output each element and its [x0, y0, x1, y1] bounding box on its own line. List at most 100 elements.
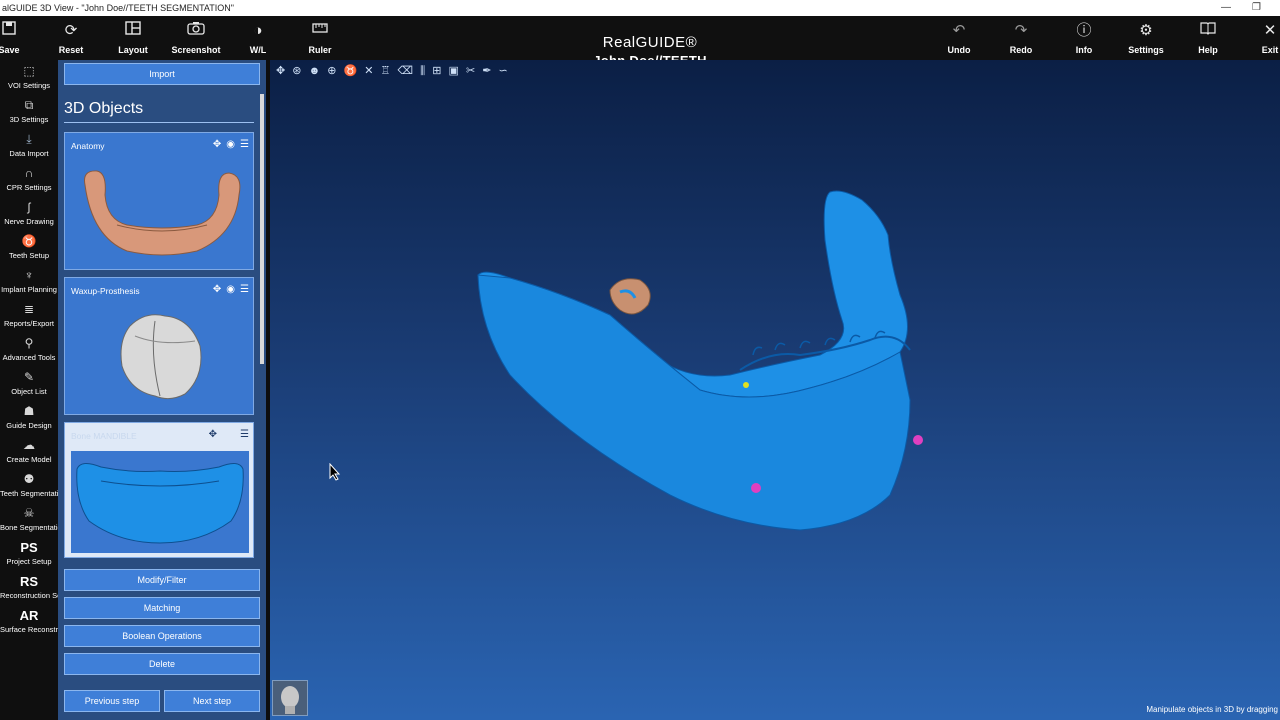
minimize-button[interactable]: —: [1221, 0, 1231, 16]
object-name: Bone MANDIBLE: [71, 431, 137, 441]
object-name: Anatomy: [71, 141, 105, 151]
cut-tool-icon[interactable]: ✂: [466, 65, 475, 77]
move-icon[interactable]: ✥: [213, 139, 221, 150]
objects-panel: Import 3D Objects Anatomy ✥ ◉ ☰ Waxup-Pros…: [58, 60, 266, 720]
eraser-tool-icon[interactable]: ⌫: [397, 65, 413, 77]
sidebar-item-cpr-settings[interactable]: ∩ CPR Settings: [0, 164, 58, 198]
arch-icon: ∩: [24, 166, 34, 180]
status-message: Manipulate objects in 3D by dragging: [1146, 705, 1278, 714]
sidebar-item-object-list[interactable]: ✎ Object List: [0, 368, 58, 402]
sidebar-item-teeth-setup[interactable]: ♉ Teeth Setup: [0, 232, 58, 266]
sidebar-item-advanced-tools[interactable]: ⚲ Advanced Tools: [0, 334, 58, 368]
sidebar-item-3d-settings[interactable]: ⧉ 3D Settings: [0, 96, 58, 130]
sidebar-item-voi-settings[interactable]: ⬚ VOI Settings: [0, 62, 58, 96]
boolean-operations-button[interactable]: Boolean Operations: [64, 625, 260, 647]
reset-icon: ⟳: [64, 22, 78, 39]
viewport-toolbar: ✥ ⊛ ☻ ⊕ ♉ ✕ ♖ ⌫ ⫼ ⊞ ▣ ✂ ✒ ∽: [276, 64, 512, 78]
menu-icon[interactable]: ☰: [240, 429, 249, 440]
close-icon: ✕: [1263, 22, 1277, 39]
menu-icon[interactable]: ☰: [240, 284, 249, 295]
pen-tool-icon[interactable]: ✒: [482, 65, 491, 77]
cross-tool-icon[interactable]: ✕: [364, 65, 373, 77]
workflow-sidebar: ⬚ VOI Settings ⧉ 3D Settings ⤓ Data Import …: [0, 60, 58, 720]
restore-button[interactable]: ❐: [1252, 0, 1261, 16]
move-icon[interactable]: ✥: [209, 429, 217, 440]
save-button[interactable]: Save: [0, 20, 37, 60]
tooth-icon: ♉: [21, 234, 37, 248]
brush-tool-icon[interactable]: ♖: [381, 65, 391, 77]
sidebar-item-reports-export[interactable]: ≣ Reports/Export: [0, 300, 58, 334]
ruler-button[interactable]: Ruler: [292, 20, 348, 60]
redo-button[interactable]: ↷ Redo: [993, 20, 1049, 60]
undo-button[interactable]: ↶ Undo: [931, 20, 987, 60]
sidebar-item-guide-design[interactable]: ☗ Guide Design: [0, 402, 58, 436]
pan-tool-icon[interactable]: ✥: [276, 65, 285, 77]
info-button[interactable]: ⓘ Info: [1056, 20, 1112, 60]
sidebar-item-project-setup[interactable]: PS Project Setup: [0, 538, 58, 572]
sidebar-item-data-import[interactable]: ⤓ Data Import: [0, 130, 58, 164]
sidebar-item-reconstruction-setup[interactable]: RSReconstruction Setup: [0, 572, 58, 606]
move-icon[interactable]: ✥: [213, 284, 221, 295]
panel-title: 3D Objects: [64, 100, 254, 123]
redo-icon: ↷: [1014, 22, 1028, 39]
window-titlebar: alGUIDE 3D View - "John Doe//TEETH SEGME…: [0, 0, 1280, 16]
object-card-controls: ✥ ◉ ☰: [208, 284, 249, 295]
contrast-icon: ◑: [253, 22, 263, 39]
sidebar-item-create-model[interactable]: ☁ Create Model: [0, 436, 58, 470]
ps-icon: PS: [20, 540, 38, 555]
eye-icon[interactable]: ◉: [226, 284, 235, 295]
exit-button[interactable]: ✕ Exit: [1242, 20, 1280, 60]
model-icon: ☁: [23, 438, 35, 452]
tooth-view-icon[interactable]: ♉: [343, 65, 357, 77]
nerve-icon: ʃ: [27, 200, 31, 214]
curve-tool-icon[interactable]: ∽: [499, 65, 508, 77]
sidebar-item-nerve-drawing[interactable]: ʃ Nerve Drawing: [0, 198, 58, 232]
window-level-button[interactable]: ◑ W/L: [230, 20, 286, 60]
sidebar-item-bone-segmentation[interactable]: ☠Bone Segmentation: [0, 504, 58, 538]
voi-icon: ⬚: [23, 64, 35, 78]
eye-icon[interactable]: ◉: [226, 139, 235, 150]
help-button[interactable]: Help: [1180, 20, 1236, 60]
cube-icon: ⧉: [24, 98, 34, 112]
info-icon: ⓘ: [1076, 22, 1092, 39]
layout-button[interactable]: Layout: [105, 20, 161, 60]
top-toolbar: Save ⟳ Reset Layout Screenshot ◑ W/L Rul…: [0, 16, 1280, 83]
image-tool-icon[interactable]: ▣: [449, 65, 459, 77]
sidebar-item-implant-planning[interactable]: ♆ Implant Planning: [0, 266, 58, 300]
anatomy-thumbnail: [84, 170, 241, 256]
menu-icon[interactable]: ☰: [240, 139, 249, 150]
guide-icon: ☗: [23, 404, 35, 418]
list-icon: ✎: [23, 370, 35, 384]
implant-icon: ♆: [24, 268, 34, 282]
object-card-anatomy[interactable]: Anatomy ✥ ◉ ☰: [64, 132, 254, 270]
object-card-bone-mandible[interactable]: Bone MANDIBLE ✥ ☰: [64, 422, 254, 558]
sidebar-item-teeth-segmentation[interactable]: ⚉Teeth Segmentation: [0, 470, 58, 504]
tools-icon: ⚲: [24, 336, 34, 350]
skull-view-icon[interactable]: ☻: [309, 65, 321, 77]
mandible-3d-model[interactable]: [470, 180, 950, 560]
next-step-button[interactable]: Next step: [164, 690, 260, 712]
matching-button[interactable]: Matching: [64, 597, 260, 619]
landmark-marker[interactable]: [751, 483, 761, 493]
globe-view-icon[interactable]: ⊕: [327, 65, 336, 77]
landmark-marker[interactable]: [913, 435, 923, 445]
window-title: alGUIDE 3D View - "John Doe//TEETH SEGME…: [2, 3, 234, 13]
settings-button[interactable]: ⚙ Settings: [1118, 20, 1174, 60]
orientation-head-icon[interactable]: [272, 680, 308, 716]
reset-button[interactable]: ⟳ Reset: [43, 20, 99, 60]
3d-viewport[interactable]: ✥ ⊛ ☻ ⊕ ♉ ✕ ♖ ⌫ ⫼ ⊞ ▣ ✂ ✒ ∽ Manipulate o…: [270, 60, 1280, 720]
previous-step-button[interactable]: Previous step: [64, 690, 160, 712]
bone-thumbnail-frame: [71, 451, 249, 553]
screenshot-button[interactable]: Screenshot: [168, 20, 224, 60]
modify-filter-button[interactable]: Modify/Filter: [64, 569, 260, 591]
gear-icon: ⚙: [1139, 22, 1153, 39]
sidebar-item-surface-reconstruction[interactable]: ARSurface Reconstruction: [0, 606, 58, 640]
object-card-waxup-prosthesis[interactable]: Waxup-Prosthesis ✥ ◉ ☰: [64, 277, 254, 415]
object-name: Waxup-Prosthesis: [71, 286, 140, 296]
import-button[interactable]: Import: [64, 63, 260, 85]
rotate-tool-icon[interactable]: ⊛: [292, 65, 301, 77]
delete-button[interactable]: Delete: [64, 653, 260, 675]
bars-tool-icon[interactable]: ⫼: [420, 65, 425, 77]
align-tool-icon[interactable]: ⊞: [432, 65, 441, 77]
panel-scrollbar[interactable]: [260, 94, 264, 364]
